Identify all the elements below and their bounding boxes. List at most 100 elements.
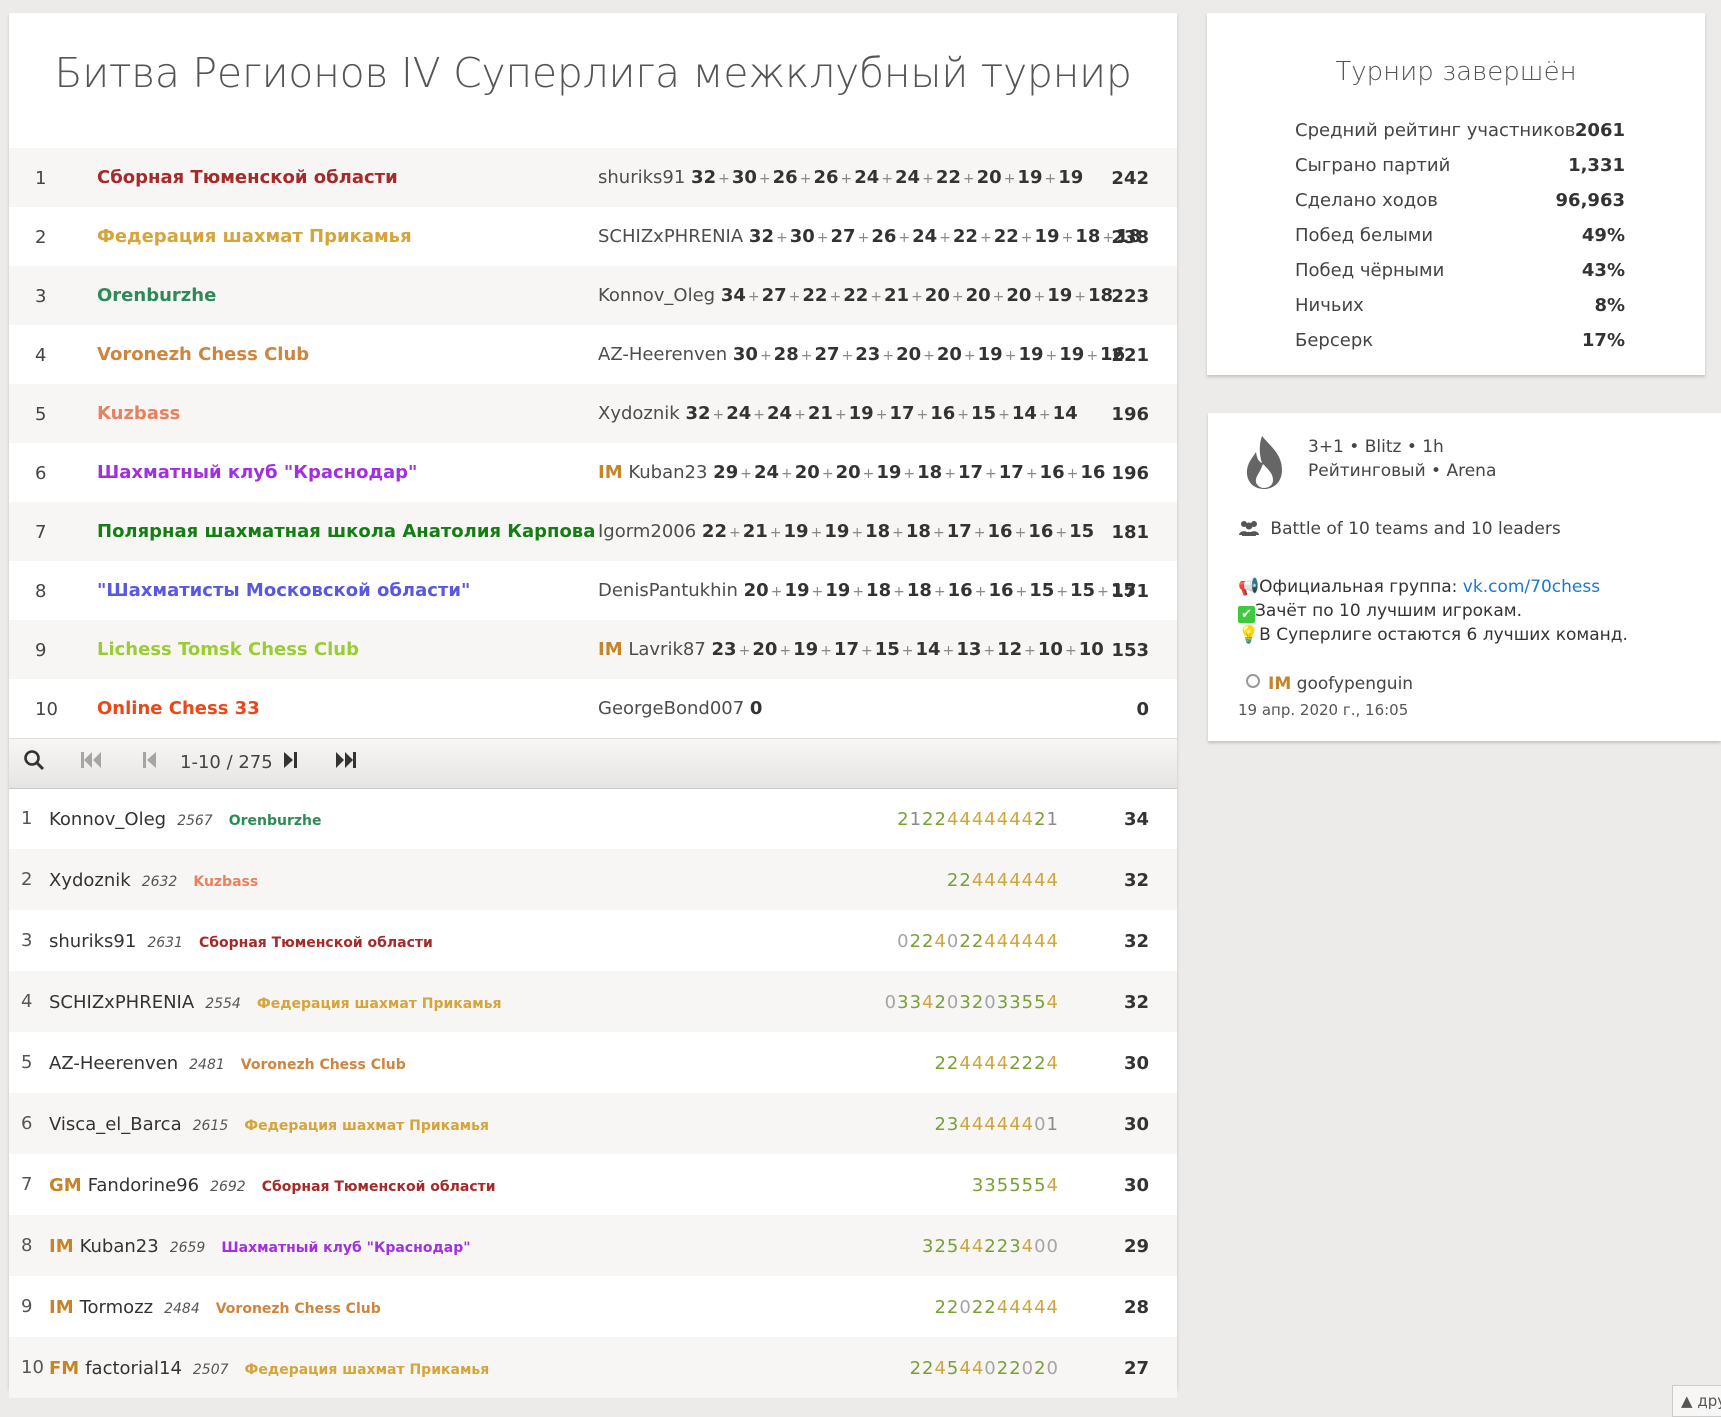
player-name[interactable]: Tormozz [80, 1297, 153, 1318]
pager-range: 1-10 / 275 [180, 752, 273, 773]
player-row[interactable]: 2 Xydoznik 2632 Kuzbass 224444444 32 [9, 849, 1177, 910]
plus-sign: + [875, 407, 888, 423]
plus-sign: + [781, 466, 793, 482]
player-team[interactable]: Kuzbass [193, 874, 258, 890]
team-row[interactable]: 7 Полярная шахматная школа Анатолия Карпо… [9, 502, 1177, 561]
leader-name[interactable]: Kuban23 [628, 462, 707, 483]
team-row[interactable]: 5 Kuzbass Xydoznik 32 +24 +24 +21 +19 +17 +16 +15… [9, 384, 1177, 443]
player-team[interactable]: Федерация шахмат Прикамья [245, 1362, 490, 1378]
player-row[interactable]: 10 FM factorial14 2507 Федерация шахмат Прик… [9, 1337, 1177, 1398]
leader-title: IM [598, 462, 623, 483]
player-team[interactable]: Сборная Тюменской области [199, 935, 433, 951]
player-team[interactable]: Orenburzhe [229, 813, 322, 829]
next-page-icon[interactable] [281, 749, 299, 776]
team-row[interactable]: 1 Сборная Тюменской области shuriks91 32 +3… [9, 148, 1177, 207]
leader-name[interactable]: Konnov_Oleg [598, 285, 715, 306]
team-row[interactable]: 10 Online Chess 33 GeorgeBond007 00 [9, 679, 1177, 738]
player-name[interactable]: Xydoznik [49, 870, 131, 891]
player-row[interactable]: 9 IM Tormozz 2484 Voronezh Chess Club 2202244… [9, 1276, 1177, 1337]
player-name[interactable]: SCHIZxPHRENIA [49, 992, 194, 1013]
creator-name[interactable]: goofypenguin [1297, 674, 1413, 694]
leader-score: 22 [802, 285, 828, 306]
users-icon [1238, 519, 1265, 539]
plus-sign: + [816, 230, 829, 246]
player-team[interactable]: Voronezh Chess Club [216, 1301, 381, 1317]
search-icon[interactable] [23, 749, 45, 776]
tournament-date: 19 апр. 2020 г., 16:05 [1238, 701, 1409, 719]
leader-name[interactable]: Igorm2006 [598, 521, 696, 542]
player-team[interactable]: Федерация шахмат Прикамья [257, 996, 502, 1012]
player-row[interactable]: 6 Visca_el_Barca 2615 Федерация шахмат Прик… [9, 1093, 1177, 1154]
player-row[interactable]: 1 Konnov_Oleg 2567 Orenburzhe 2122444444421 3… [9, 788, 1177, 849]
time-control: 3+1 • Blitz • 1h [1308, 437, 1444, 457]
player-row[interactable]: 4 SCHIZxPHRENIA 2554 Федерация шахмат Прика… [9, 971, 1177, 1032]
plus-sign: + [892, 525, 904, 541]
friends-toggle[interactable]: ▲ дру [1672, 1385, 1721, 1417]
first-page-icon[interactable] [79, 749, 103, 776]
team-row[interactable]: 4 Voronezh Chess Club AZ-Heerenven 30 +28 +2… [9, 325, 1177, 384]
team-total: 153 [1111, 640, 1149, 661]
leader-score: 19 [793, 639, 819, 660]
player-name[interactable]: AZ-Heerenven [49, 1053, 178, 1074]
team-name[interactable]: Шахматный клуб "Краснодар" [97, 462, 417, 483]
leader-name[interactable]: SCHIZxPHRENIA [598, 226, 743, 247]
team-leaders: shuriks91 32 +30 +26 +26 +24 +24 +22 +20 +19 +19 [598, 167, 1083, 188]
team-row[interactable]: 8 "Шахматисты Московской области" DenisPan… [9, 561, 1177, 620]
player-row[interactable]: 8 IM Kuban23 2659 Шахматный клуб "Краснодар"… [9, 1215, 1177, 1276]
team-name[interactable]: Kuzbass [97, 403, 180, 424]
player-name[interactable]: Konnov_Oleg [49, 809, 166, 830]
team-name[interactable]: Online Chess 33 [97, 698, 260, 719]
plus-sign: + [1015, 584, 1028, 600]
plus-sign: + [788, 289, 801, 305]
team-name[interactable]: "Шахматисты Московской области" [97, 580, 470, 601]
player-row[interactable]: 3 shuriks91 2631 Сборная Тюменской области 0… [9, 910, 1177, 971]
player-sheet: 2344444401 [934, 1114, 1059, 1135]
leader-score: 20 [794, 462, 820, 483]
team-row[interactable]: 3 Orenburzhe Konnov_Oleg 34 +27 +22 +22 +21 +20… [9, 266, 1177, 325]
leader-name[interactable]: Lavrik87 [628, 639, 705, 660]
player-team[interactable]: Voronezh Chess Club [241, 1057, 406, 1073]
player-team[interactable]: Федерация шахмат Прикамья [244, 1118, 489, 1134]
plus-sign: + [1004, 348, 1017, 364]
flame-icon [1246, 436, 1282, 489]
player-name[interactable]: Fandorine96 [88, 1175, 199, 1196]
stat-row: Сделано ходов 96,963 [1295, 190, 1625, 220]
team-name[interactable]: Полярная шахматная школа Анатолия Карпов… [97, 521, 595, 542]
player-name[interactable]: Visca_el_Barca [49, 1114, 182, 1135]
player-rank: 6 [21, 1113, 33, 1134]
leader-name[interactable]: GeorgeBond007 [598, 698, 744, 719]
prev-page-icon[interactable] [141, 749, 159, 776]
team-leaders: SCHIZxPHRENIA 32 +30 +27 +26 +24 +22 +22 +19 +18… [598, 226, 1141, 247]
leader-name[interactable]: shuriks91 [598, 167, 685, 188]
player-rank: 8 [21, 1235, 33, 1256]
group-link[interactable]: vk.com/70chess [1463, 577, 1600, 597]
player-name[interactable]: Kuban23 [80, 1236, 159, 1257]
plus-sign: + [963, 348, 976, 364]
leader-name[interactable]: AZ-Heerenven [598, 344, 727, 365]
leader-score: 15 [1069, 521, 1095, 542]
team-leaders: Igorm2006 22 +21 +19 +19 +18 +18 +17 +16 +16 +15 [598, 521, 1094, 542]
player-row[interactable]: 7 GM Fandorine96 2692 Сборная Тюменской обла… [9, 1154, 1177, 1215]
plus-sign: + [903, 466, 916, 482]
team-name[interactable]: Voronezh Chess Club [97, 344, 309, 365]
team-row[interactable]: 9 Lichess Tomsk Chess Club IM Lavrik87 23 +… [9, 620, 1177, 679]
player-name[interactable]: shuriks91 [49, 931, 136, 952]
offline-status-icon [1246, 674, 1260, 688]
team-name[interactable]: Orenburzhe [97, 285, 216, 306]
team-row[interactable]: 2 Федерация шахмат Прикамья SCHIZxPHRENIA … [9, 207, 1177, 266]
leader-name[interactable]: Xydoznik [598, 403, 680, 424]
team-row[interactable]: 6 Шахматный клуб "Краснодар" IM Kuban23 29… [9, 443, 1177, 502]
player-team[interactable]: Шахматный клуб "Краснодар" [221, 1240, 470, 1256]
team-name[interactable]: Lichess Tomsk Chess Club [97, 639, 359, 660]
last-page-icon[interactable] [334, 749, 358, 776]
stat-row: Ничьих 8% [1295, 295, 1625, 325]
player-name[interactable]: factorial14 [85, 1358, 182, 1379]
player-team[interactable]: Сборная Тюменской области [262, 1179, 496, 1195]
team-name[interactable]: Сборная Тюменской области [97, 167, 398, 188]
team-name[interactable]: Федерация шахмат Прикамья [97, 226, 412, 247]
leader-name[interactable]: DenisPantukhin [598, 580, 738, 601]
player-row[interactable]: 5 AZ-Heerenven 2481 Voronezh Chess Club 2244… [9, 1032, 1177, 1093]
leader-score: 17 [946, 521, 972, 542]
plus-sign: + [932, 525, 945, 541]
plus-sign: + [944, 466, 956, 482]
